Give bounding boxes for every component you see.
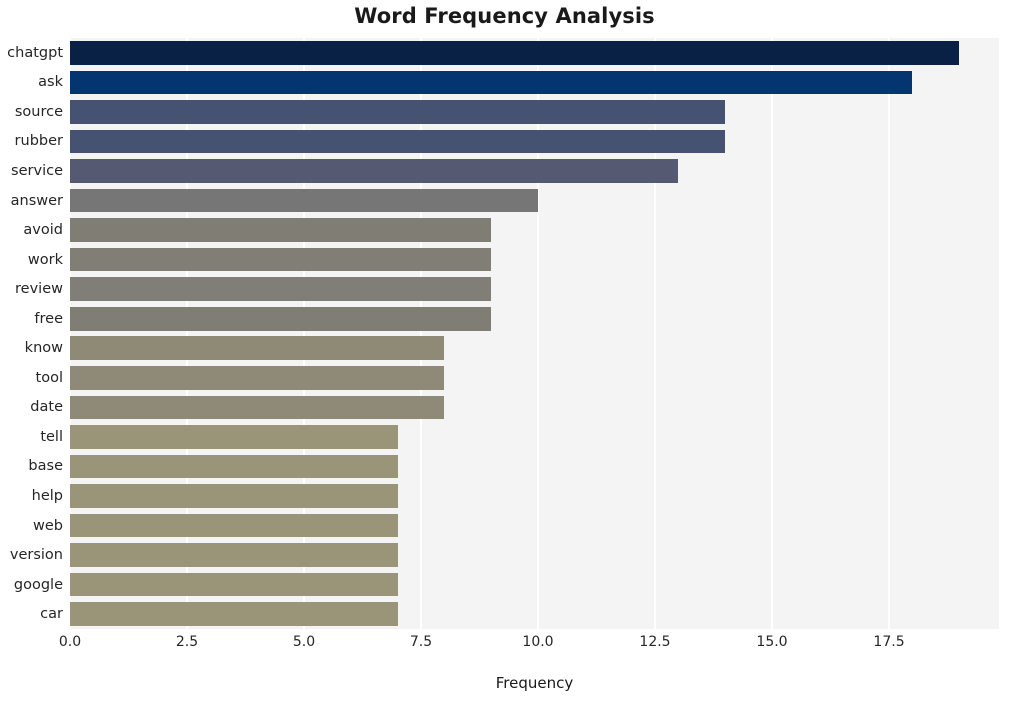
bar-row [70,425,999,449]
bar-row [70,484,999,508]
y-tick-label-work: work [27,251,63,268]
y-tick-label-version: version [9,547,63,564]
bar-free [70,306,492,331]
bar-row [70,218,999,242]
bar-google [70,572,398,597]
bar-row [70,454,999,479]
y-axis-tick-labels: chatgpt ask source rubber service answer avoid… [0,38,63,629]
bar-row [70,513,999,538]
chart-figure: Word Frequency Analysis chatgpt ask source… [0,0,1009,701]
x-tick-label-7.5: 7.5 [409,634,433,650]
y-tick-label-service: service [11,162,63,179]
bar-rubber [70,129,726,154]
bar-help [70,484,398,508]
x-tick-label-17.5: 17.5 [873,634,905,650]
y-tick-label-car: car [40,606,63,623]
y-tick-label-web: web [33,517,63,534]
bar-row [70,159,999,183]
bar-row [70,129,999,154]
y-tick-label-rubber: rubber [14,133,63,150]
bar-chatgpt [70,40,960,65]
y-tick-label-avoid: avoid [23,222,63,239]
y-tick-label-free: free [34,310,63,327]
bar-row [70,366,999,390]
bar-row [70,306,999,331]
bar-ask [70,70,913,95]
bar-row [70,40,999,65]
bar-avoid [70,218,492,242]
x-tick-label-10.0: 10.0 [522,634,554,650]
bar-date [70,395,445,420]
x-axis-tick-labels: 0.0 2.5 5.0 7.5 10.0 12.5 15.0 17.5 [0,634,1009,658]
bar-row [70,336,999,361]
y-tick-label-help: help [31,488,63,505]
bar-base [70,454,398,479]
bar-tell [70,425,398,449]
bar-row [70,543,999,567]
bar-web [70,513,398,538]
bars-layer [70,38,999,629]
y-tick-label-source: source [14,103,63,120]
plot-area [70,38,999,629]
y-tick-label-tool: tool [35,369,63,386]
y-tick-label-base: base [28,458,63,475]
bar-service [70,159,679,183]
x-tick-label-15.0: 15.0 [756,634,788,650]
y-tick-label-review: review [15,281,63,298]
bar-version [70,543,398,567]
bar-answer [70,188,538,213]
y-tick-label-date: date [30,399,63,416]
bar-tool [70,366,445,390]
y-tick-label-ask: ask [38,74,63,91]
y-tick-label-tell: tell [40,428,63,445]
x-tick-label-12.5: 12.5 [639,634,671,650]
y-tick-label-chatgpt: chatgpt [7,44,63,61]
y-tick-label-google: google [13,576,63,593]
bar-row [70,247,999,272]
bar-row [70,100,999,124]
bar-row [70,70,999,95]
bar-row [70,188,999,213]
bar-row [70,395,999,420]
bar-car [70,602,398,627]
bar-row [70,602,999,627]
x-tick-label-5.0: 5.0 [292,634,316,650]
bar-row [70,277,999,301]
bar-know [70,336,445,361]
y-tick-label-know: know [24,340,63,357]
y-tick-label-answer: answer [10,192,63,209]
bar-row [70,572,999,597]
bar-review [70,277,492,301]
x-axis-title: Frequency [495,674,574,692]
bar-work [70,247,492,272]
x-tick-label-2.5: 2.5 [175,634,199,650]
bar-source [70,100,726,124]
chart-title: Word Frequency Analysis [354,4,655,28]
x-tick-label-0.0: 0.0 [58,634,82,650]
